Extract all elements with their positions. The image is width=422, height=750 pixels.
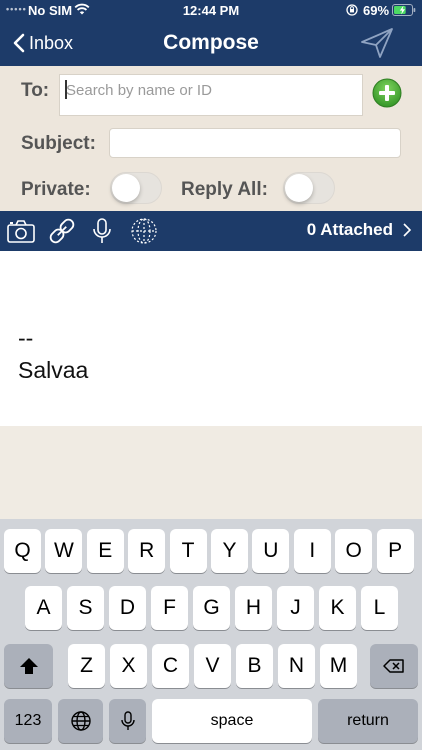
toggle-knob	[112, 174, 140, 202]
battery-charging-icon	[392, 4, 416, 16]
rotation-lock-icon	[346, 4, 358, 16]
key-f[interactable]: F	[151, 586, 188, 630]
battery-percent: 69%	[363, 3, 390, 18]
key-t[interactable]: T	[169, 529, 207, 573]
signature-name: Salvaa	[18, 357, 89, 383]
top-bar: ••••• No SIM 12:44 PM 69% Inbox Compose	[0, 0, 422, 66]
key-u[interactable]: U	[252, 529, 290, 573]
private-toggle[interactable]	[110, 172, 162, 204]
shift-arrow-icon	[19, 658, 38, 674]
link-icon[interactable]	[47, 217, 77, 245]
to-field[interactable]	[59, 74, 363, 116]
space-key[interactable]: space	[152, 699, 312, 743]
page-title: Compose	[163, 31, 259, 54]
message-body[interactable]: -- Salvaa	[0, 251, 422, 426]
chevron-right-icon	[403, 223, 412, 237]
key-q[interactable]: Q	[4, 529, 41, 573]
key-i[interactable]: I	[293, 529, 331, 573]
camera-icon[interactable]	[6, 217, 36, 245]
key-s[interactable]: S	[67, 586, 104, 630]
attachment-toolbar: 0 Attached	[0, 211, 422, 251]
reply-all-label: Reply All:	[181, 179, 268, 200]
attached-count-button[interactable]: 0 Attached	[307, 220, 412, 240]
key-p[interactable]: P	[376, 529, 414, 573]
status-bar: ••••• No SIM 12:44 PM 69%	[0, 0, 422, 22]
key-d[interactable]: D	[109, 586, 146, 630]
to-search-input[interactable]	[60, 75, 362, 105]
reply-all-toggle[interactable]	[283, 172, 335, 204]
key-n[interactable]: N	[278, 644, 315, 688]
key-z[interactable]: Z	[68, 644, 105, 688]
key-m[interactable]: M	[320, 644, 357, 688]
microphone-icon	[120, 711, 135, 730]
send-icon[interactable]	[360, 27, 394, 59]
key-k[interactable]: K	[319, 586, 356, 630]
private-label: Private:	[21, 179, 91, 200]
clock: 12:44 PM	[182, 3, 240, 18]
key-g[interactable]: G	[193, 586, 230, 630]
shift-key[interactable]	[4, 644, 53, 688]
dictation-key[interactable]	[109, 699, 146, 743]
add-recipient-icon[interactable]	[372, 78, 402, 108]
key-a[interactable]: A	[25, 586, 62, 630]
text-cursor	[65, 80, 67, 99]
return-key[interactable]: return	[318, 699, 418, 743]
subject-field[interactable]	[109, 128, 401, 158]
microphone-icon[interactable]	[87, 217, 117, 245]
key-e[interactable]: E	[86, 529, 124, 573]
key-c[interactable]: C	[152, 644, 189, 688]
globe-icon	[70, 711, 91, 731]
toggle-knob	[285, 174, 313, 202]
key-y[interactable]: Y	[211, 529, 248, 573]
key-v[interactable]: V	[194, 644, 231, 688]
delete-key[interactable]	[370, 644, 418, 688]
globe-icon[interactable]	[129, 217, 159, 245]
globe-key[interactable]	[58, 699, 103, 743]
key-o[interactable]: O	[335, 529, 373, 573]
attached-count: 0 Attached	[306, 220, 393, 239]
key-b[interactable]: B	[236, 644, 273, 688]
subject-input[interactable]	[110, 129, 400, 157]
signature-separator: --	[18, 325, 34, 351]
numbers-key[interactable]: 123	[4, 699, 52, 743]
to-label: To:	[21, 80, 50, 101]
on-screen-keyboard: 123 space return QWERTYUIOP ASDFGHJKL ZXCV…	[0, 519, 422, 750]
key-h[interactable]: H	[235, 586, 272, 630]
key-x[interactable]: X	[110, 644, 147, 688]
subject-label: Subject:	[21, 133, 96, 154]
key-l[interactable]: L	[361, 586, 398, 630]
backspace-icon	[383, 659, 404, 673]
compose-form: To: Subject: Private: Reply All:	[0, 66, 422, 211]
key-j[interactable]: J	[277, 586, 314, 630]
key-r[interactable]: R	[128, 529, 166, 573]
key-w[interactable]: W	[45, 529, 83, 573]
